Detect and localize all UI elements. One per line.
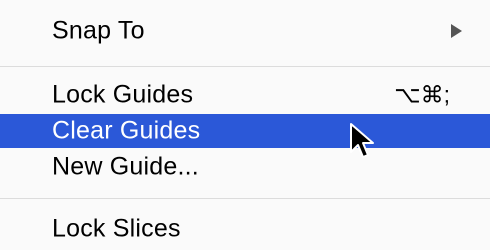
menu-item-label: Lock Guides: [52, 80, 194, 109]
menu-item-lock-guides[interactable]: Lock Guides ⌥⌘;: [0, 78, 490, 112]
menu-item-label: Clear Guides: [52, 116, 201, 145]
menu-item-label: New Guide...: [52, 152, 199, 181]
submenu-arrow-icon: [451, 24, 462, 38]
menu-separator: [0, 66, 490, 67]
menu-item-lock-slices[interactable]: Lock Slices: [0, 212, 490, 246]
menu-item-shortcut: ⌥⌘;: [394, 81, 450, 108]
mouse-pointer-icon: [350, 123, 374, 158]
context-menu: Snap To Lock Guides ⌥⌘; Clear Guides New…: [0, 0, 490, 250]
menu-item-label: Lock Slices: [52, 214, 181, 243]
menu-item-clear-guides[interactable]: Clear Guides: [0, 114, 490, 148]
menu-item-snap-to[interactable]: Snap To: [0, 14, 490, 48]
menu-separator: [0, 198, 490, 199]
menu-item-new-guide[interactable]: New Guide...: [0, 150, 490, 184]
menu-item-label: Snap To: [52, 16, 145, 45]
